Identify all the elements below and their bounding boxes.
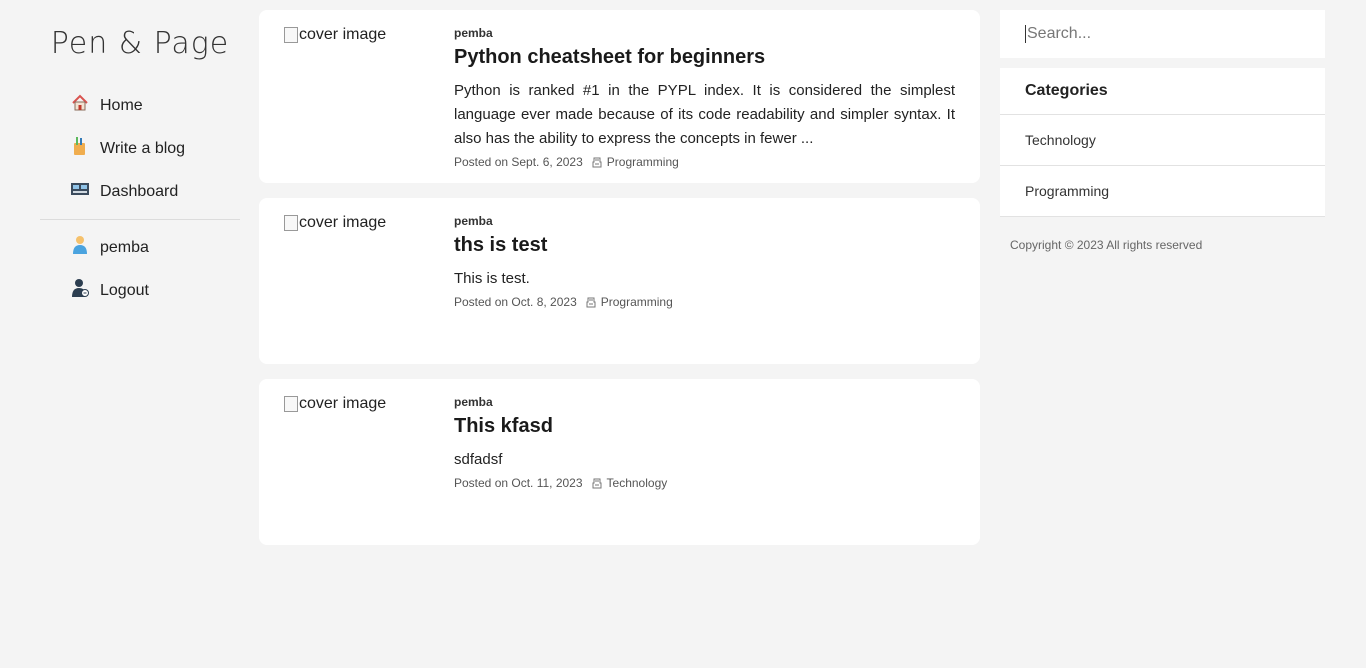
nav-logout-label: Logout [100,281,149,299]
post-card[interactable]: cover image pemba This kfasd sdfadsf Pos… [259,379,980,545]
nav-home[interactable]: Home [40,84,240,127]
write-icon [70,136,90,156]
nav-profile[interactable]: pemba [40,226,240,269]
nav-write-blog[interactable]: Write a blog [40,127,240,170]
nav-profile-label: pemba [100,238,149,256]
cover-image-alt: cover image [299,395,387,412]
home-icon [70,93,90,113]
category-item-programming[interactable]: Programming [1000,166,1325,217]
nav-write-blog-label: Write a blog [100,139,186,157]
post-excerpt: This is test. [454,270,530,287]
broken-image-icon [284,27,298,43]
categories-panel: Categories Technology Programming [1000,68,1325,217]
dashboard-icon [70,179,90,199]
categories-heading: Categories [1000,68,1325,115]
cover-image[interactable]: cover image [284,391,454,533]
post-title[interactable]: This kfasd [454,415,955,438]
search-input[interactable] [1025,25,1325,43]
post-card[interactable]: cover image pemba ths is test This is te… [259,198,980,364]
nav-divider [40,219,240,220]
broken-image-icon [284,215,298,231]
post-category[interactable]: Technology [607,476,668,490]
post-excerpt: sdfadsf [454,451,503,468]
post-category[interactable]: Programming [601,295,673,309]
post-title[interactable]: ths is test [454,234,955,257]
post-meta: Posted on Oct. 8, 2023 Programming [454,295,955,309]
nav-home-label: Home [100,96,143,114]
post-list: cover image pemba Python cheatsheet for … [259,10,980,560]
post-author[interactable]: pemba [454,214,955,228]
category-icon [586,297,597,308]
search-box [1000,10,1325,58]
post-author[interactable]: pemba [454,395,955,409]
post-title[interactable]: Python cheatsheet for beginners [454,46,955,69]
post-card[interactable]: cover image pemba Python cheatsheet for … [259,10,980,183]
right-sidebar: Categories Technology Programming Copyri… [1000,10,1325,252]
post-date: Posted on Oct. 8, 2023 [454,295,577,309]
user-icon [70,235,90,255]
post-author[interactable]: pemba [454,26,955,40]
post-date: Posted on Oct. 11, 2023 [454,476,583,490]
post-date: Posted on Sept. 6, 2023 [454,155,583,169]
cover-image-alt: cover image [299,214,387,231]
nav-logout[interactable]: Logout [40,269,240,312]
post-category[interactable]: Programming [607,155,679,169]
cover-image[interactable]: cover image [284,210,454,352]
post-meta: Posted on Oct. 11, 2023 Technology [454,476,955,490]
copyright-text: Copyright © 2023 All rights reserved [1010,238,1203,252]
logout-icon [70,278,90,298]
broken-image-icon [284,396,298,412]
category-icon [592,157,603,168]
nav-dashboard[interactable]: Dashboard [40,170,240,213]
cover-image[interactable]: cover image [284,22,454,171]
category-icon [592,478,603,489]
post-excerpt: Python is ranked #1 in the PYPL index. I… [454,82,955,147]
nav-dashboard-label: Dashboard [100,182,179,200]
site-logo[interactable]: Pen & Page [40,0,240,84]
sidebar: Pen & Page Home Write a blog Dashboard p… [40,0,240,312]
cover-image-alt: cover image [299,26,387,43]
post-meta: Posted on Sept. 6, 2023 Programming [454,155,955,169]
category-item-technology[interactable]: Technology [1000,115,1325,166]
